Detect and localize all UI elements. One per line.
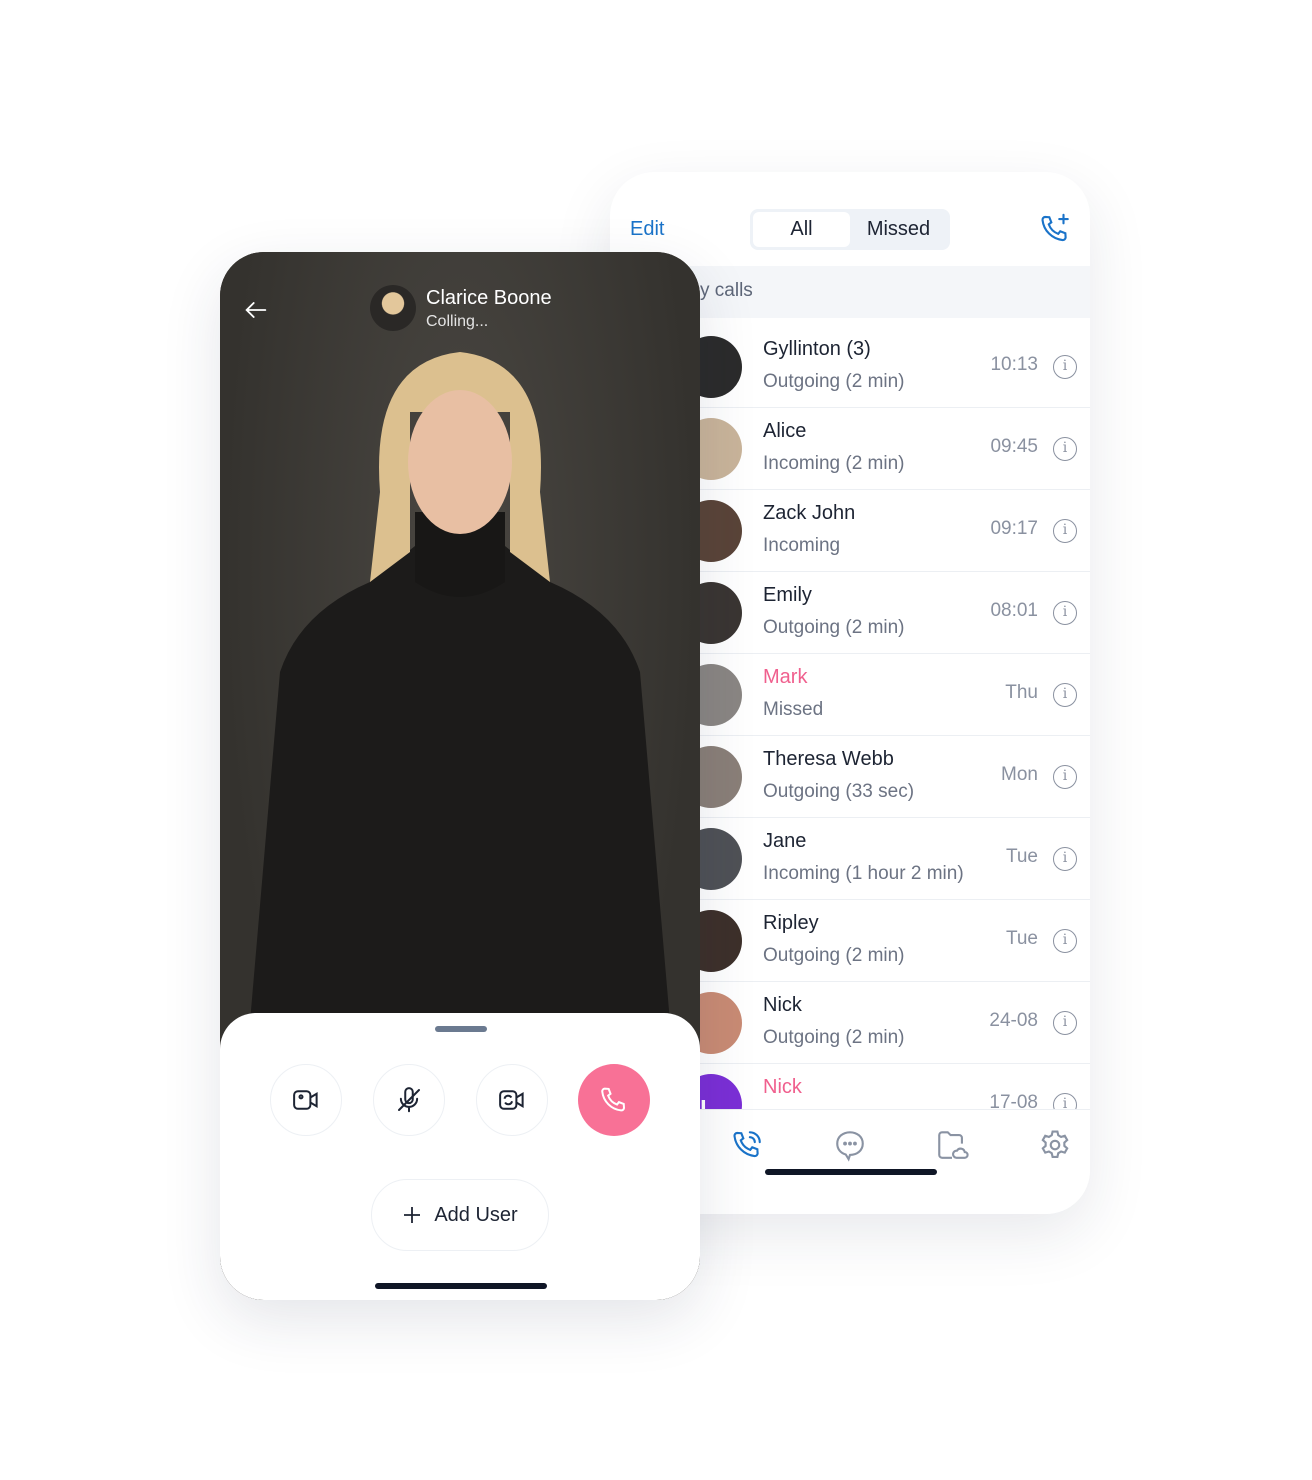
contact-name: Mark [763, 666, 808, 688]
call-detail: Outgoing (2 min) [763, 1027, 905, 1048]
contact-name: Emily [763, 584, 812, 606]
video-camera-icon [293, 1090, 318, 1110]
contact-name: Gyllinton (3) [763, 338, 871, 360]
call-time: 08:01 [990, 600, 1038, 621]
contact-name: Ripley [763, 912, 819, 934]
call-controls-sheet: Add User [220, 1013, 700, 1300]
filter-segmented-control: All Missed [750, 209, 950, 250]
info-icon[interactable]: i [1053, 355, 1077, 379]
contact-name: Nick [763, 1076, 802, 1098]
add-user-label: Add User [434, 1203, 518, 1226]
info-icon[interactable]: i [1053, 683, 1077, 707]
call-header: Clarice Boone Colling... [220, 252, 700, 342]
chat-icon[interactable] [833, 1128, 867, 1162]
info-icon[interactable]: i [1053, 437, 1077, 461]
contact-name: Zack John [763, 502, 856, 524]
call-time: Mon [1001, 764, 1038, 785]
mic-off-icon [398, 1087, 420, 1113]
call-detail: Outgoing (2 min) [763, 371, 905, 392]
call-time: Tue [1005, 928, 1038, 949]
info-icon[interactable]: i [1053, 929, 1077, 953]
caller-portrait [250, 352, 670, 1022]
call-time: Tue [1005, 846, 1038, 867]
call-detail: Incoming (2 min) [763, 453, 905, 474]
call-time: 10:13 [990, 354, 1038, 375]
call-time: 09:45 [990, 436, 1038, 457]
call-detail: Outgoing (33 sec) [763, 781, 915, 802]
call-detail: Incoming [763, 535, 841, 556]
call-detail: Missed [763, 699, 824, 720]
phone-icon [601, 1087, 626, 1112]
info-icon[interactable]: i [1053, 1011, 1077, 1035]
info-icon[interactable]: i [1053, 765, 1077, 789]
add-user-button[interactable]: Add User [371, 1179, 549, 1251]
contact-name: Nick [763, 994, 802, 1016]
call-detail: Outgoing (2 min) [763, 617, 905, 638]
tab-all[interactable]: All [753, 212, 850, 247]
switch-camera-icon [499, 1090, 524, 1110]
back-arrow-icon[interactable] [242, 296, 270, 324]
call-detail: Outgoing (2 min) [763, 945, 905, 966]
settings-icon[interactable] [1038, 1128, 1072, 1162]
call-time: 24-08 [989, 1010, 1038, 1031]
tab-missed[interactable]: Missed [850, 212, 947, 247]
video-button[interactable] [270, 1064, 342, 1136]
call-time: Thu [1005, 682, 1038, 703]
home-indicator [375, 1283, 547, 1289]
edit-button[interactable]: Edit [630, 218, 664, 241]
plus-icon [404, 1207, 421, 1223]
home-indicator [765, 1169, 937, 1175]
caller-name: Clarice Boone [426, 287, 552, 309]
caller-avatar [370, 285, 416, 331]
add-call-icon[interactable] [1038, 212, 1072, 246]
info-icon[interactable]: i [1053, 601, 1077, 625]
info-icon[interactable]: i [1053, 519, 1077, 543]
info-icon[interactable]: i [1053, 847, 1077, 871]
folder-cloud-icon[interactable] [935, 1128, 969, 1162]
mute-button[interactable] [373, 1064, 445, 1136]
call-status: Colling... [426, 313, 489, 330]
call-detail: Incoming (1 hour 2 min) [763, 863, 964, 884]
call-screen-phone: Clarice Boone Colling... Add User [220, 252, 700, 1300]
end-call-button[interactable] [578, 1064, 650, 1136]
contact-name: Alice [763, 420, 807, 442]
switch-camera-button[interactable] [476, 1064, 548, 1136]
contact-name: Jane [763, 830, 807, 852]
contact-name: Theresa Webb [763, 748, 894, 770]
call-time: 09:17 [990, 518, 1038, 539]
phone-icon[interactable] [730, 1128, 764, 1162]
sheet-grabber[interactable] [435, 1026, 487, 1032]
